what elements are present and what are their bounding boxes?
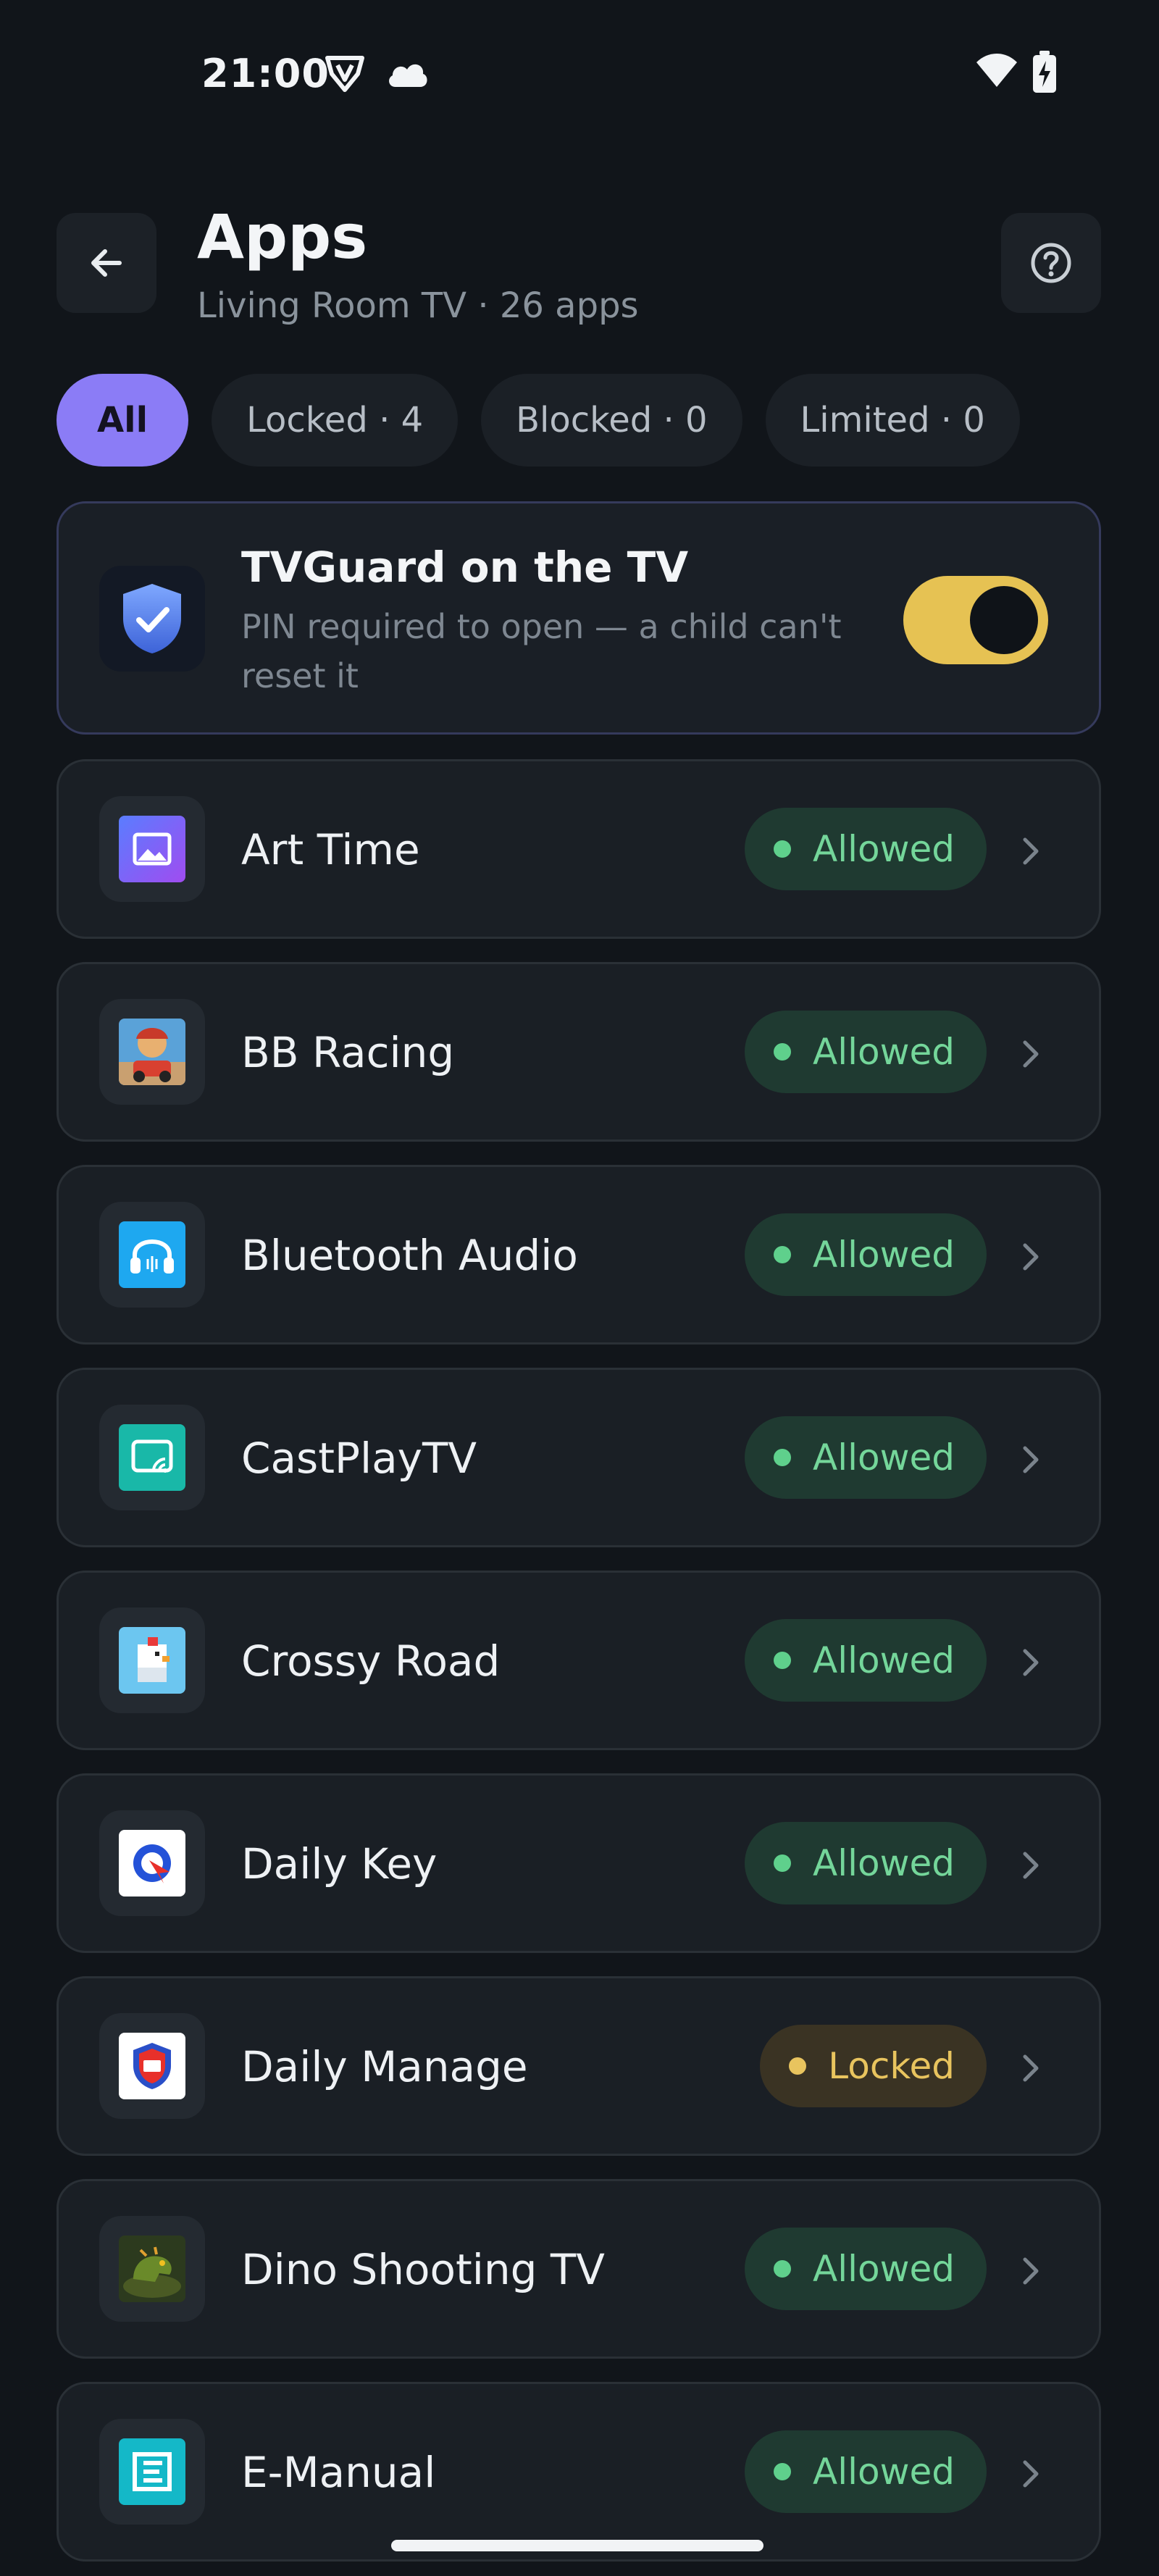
chevron-right-icon xyxy=(1023,837,1039,865)
bb-racing-icon xyxy=(119,1019,185,1085)
status-dot xyxy=(774,2260,792,2278)
app-icon-container xyxy=(99,1607,205,1713)
status-label: Allowed xyxy=(813,1031,955,1073)
app-row-bluetooth-audio[interactable]: Bluetooth Audio Allowed xyxy=(57,1165,1101,1345)
back-button[interactable] xyxy=(57,213,156,313)
app-row-bb-racing[interactable]: BB Racing Allowed xyxy=(57,962,1101,1142)
crossy-road-icon xyxy=(119,1627,185,1694)
chevron-right-icon xyxy=(1023,1040,1039,1068)
page-subtitle: Living Room TV · 26 apps xyxy=(197,285,639,326)
status-label: Allowed xyxy=(813,1842,955,1884)
bluetooth-audio-icon xyxy=(119,1221,185,1288)
app-name: Bluetooth Audio xyxy=(241,1231,578,1280)
status-dot xyxy=(774,1652,792,1669)
guard-description: PIN required to open — a child can't res… xyxy=(241,607,842,695)
battery-charging-icon xyxy=(1033,51,1056,93)
app-row-daily-manage[interactable]: Daily Manage Locked xyxy=(57,1976,1101,2156)
app-icon-container xyxy=(99,999,205,1105)
app-icon-container xyxy=(99,1405,205,1510)
status-label: Allowed xyxy=(813,2248,955,2290)
app-name: BB Racing xyxy=(241,1028,455,1077)
home-indicator[interactable] xyxy=(391,2540,763,2551)
app-name: E-Manual xyxy=(241,2448,436,2497)
status-badge: Allowed xyxy=(745,2228,987,2310)
chevron-right-icon xyxy=(1023,2054,1039,2082)
status-badge: Allowed xyxy=(745,1213,987,1296)
castplaytv-icon xyxy=(119,1424,185,1491)
app-name: Dino Shooting TV xyxy=(241,2245,605,2294)
app-icon-container xyxy=(99,796,205,902)
status-label: Allowed xyxy=(813,1437,955,1479)
page-title: Apps xyxy=(197,201,368,272)
help-button[interactable] xyxy=(1001,213,1101,313)
app-row-crossy-road[interactable]: Crossy Road Allowed xyxy=(57,1571,1101,1750)
app-icon-container xyxy=(99,1202,205,1308)
filter-chip-locked[interactable]: Locked · 4 xyxy=(212,374,459,467)
app-name: Daily Key xyxy=(241,1839,438,1889)
status-badge: Locked xyxy=(760,2025,987,2107)
app-row-dino-shooting-tv[interactable]: Dino Shooting TV Allowed xyxy=(57,2179,1101,2359)
art-time-icon xyxy=(119,816,185,882)
toggle-knob xyxy=(970,586,1038,654)
status-label: Locked xyxy=(828,2045,955,2087)
guard-toggle[interactable] xyxy=(903,576,1048,664)
shield-check-icon xyxy=(123,584,181,653)
wifi-icon xyxy=(976,54,1017,87)
status-bar: 21:00 xyxy=(0,0,1159,145)
chevron-right-icon xyxy=(1023,2460,1039,2488)
app-icon-container xyxy=(99,2013,205,2119)
status-dot xyxy=(774,1449,792,1466)
status-dot xyxy=(789,2057,807,2075)
status-dot xyxy=(774,1246,792,1263)
guard-icon-container xyxy=(99,566,205,672)
status-dot xyxy=(774,840,792,858)
chevron-right-icon xyxy=(1023,1649,1039,1676)
e-manual-icon xyxy=(119,2438,185,2505)
app-name: Crossy Road xyxy=(241,1636,501,1686)
chevron-right-icon xyxy=(1023,1852,1039,1879)
status-dot xyxy=(774,1854,792,1872)
app-icon-container xyxy=(99,2216,205,2322)
status-badge: Allowed xyxy=(745,1822,987,1904)
apps-screen: 21:00 Apps Living Room TV · 26 apps All … xyxy=(0,0,1159,2576)
app-name: Art Time xyxy=(241,825,420,874)
status-badge: Allowed xyxy=(745,808,987,890)
guard-title: TVGuard on the TV xyxy=(241,543,689,592)
app-row-daily-key[interactable]: Daily Key Allowed xyxy=(57,1773,1101,1953)
question-circle-icon xyxy=(1031,243,1071,283)
chevron-right-icon xyxy=(1023,1243,1039,1271)
filter-chip-limited[interactable]: Limited · 0 xyxy=(765,374,1020,467)
cloud-icon xyxy=(389,64,427,87)
dino-shooting-icon xyxy=(119,2236,185,2302)
app-row-e-manual[interactable]: E-Manual Allowed xyxy=(57,2382,1101,2562)
chevron-right-icon xyxy=(1023,2257,1039,2285)
app-name: CastPlayTV xyxy=(241,1434,477,1483)
app-icon-container xyxy=(99,1810,205,1916)
status-dot xyxy=(774,2463,792,2480)
status-label: Allowed xyxy=(813,1639,955,1681)
status-time: 21:00 xyxy=(201,51,330,96)
app-row-art-time[interactable]: Art Time Allowed xyxy=(57,759,1101,939)
filter-chip-all[interactable]: All xyxy=(57,374,189,467)
chevron-right-icon xyxy=(1023,1446,1039,1473)
status-badge: Allowed xyxy=(745,1619,987,1702)
tvguard-card: TVGuard on the TV PIN required to open —… xyxy=(57,501,1101,735)
status-label: Allowed xyxy=(813,2451,955,2493)
status-badge: Allowed xyxy=(745,1416,987,1499)
status-label: Allowed xyxy=(813,828,955,870)
app-list: Art Time Allowed BB Racing Allowed Bluet… xyxy=(57,759,1101,2576)
status-badge: Allowed xyxy=(745,2430,987,2513)
daily-manage-icon xyxy=(119,2033,185,2099)
app-name: Daily Manage xyxy=(241,2042,528,2091)
status-badge: Allowed xyxy=(745,1011,987,1093)
daily-key-icon xyxy=(119,1830,185,1897)
filter-chips: All Locked · 4 Blocked · 0 Limited · 0 xyxy=(57,374,1020,467)
app-icon-container xyxy=(99,2419,205,2525)
arrow-left-icon xyxy=(91,249,122,277)
shield-v-icon xyxy=(325,56,364,92)
filter-chip-blocked[interactable]: Blocked · 0 xyxy=(481,374,742,467)
status-dot xyxy=(774,1043,792,1061)
app-row-castplaytv[interactable]: CastPlayTV Allowed xyxy=(57,1368,1101,1547)
status-label: Allowed xyxy=(813,1234,955,1276)
